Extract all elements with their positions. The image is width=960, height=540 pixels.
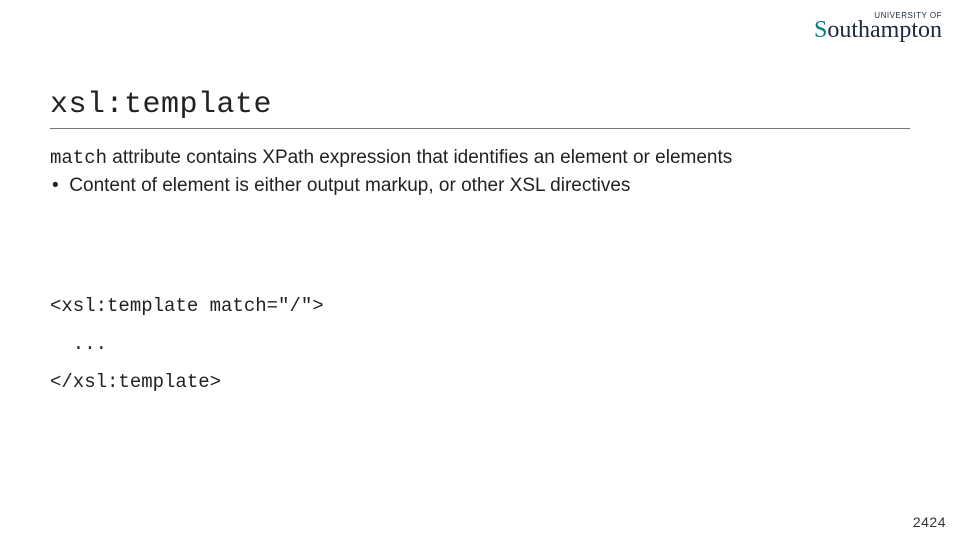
description-line: match attribute contains XPath expressio… — [50, 147, 910, 169]
university-logo: UNIVERSITY OF Southampton — [814, 12, 942, 42]
bullet-dot: • — [52, 175, 64, 197]
code-line-1: <xsl:template match="/"> — [50, 295, 324, 317]
code-example: <xsl:template match="/"> ... </xsl:templ… — [50, 287, 910, 401]
slide-content: xsl:template match attribute contains XP… — [50, 88, 910, 401]
logo-initial: S — [814, 17, 827, 43]
page-number: 2424 — [913, 514, 946, 530]
slide-title: xsl:template — [50, 88, 910, 129]
code-line-3: </xsl:template> — [50, 371, 221, 393]
logo-rest: outhampton — [827, 17, 942, 43]
bullet-text: Content of element is either output mark… — [64, 175, 630, 196]
description-text: attribute contains XPath expression that… — [107, 147, 732, 168]
code-line-2: ... — [50, 333, 107, 355]
logo-main-text: Southampton — [814, 18, 942, 42]
bullet-line: • Content of element is either output ma… — [50, 175, 910, 197]
match-keyword: match — [50, 147, 107, 169]
